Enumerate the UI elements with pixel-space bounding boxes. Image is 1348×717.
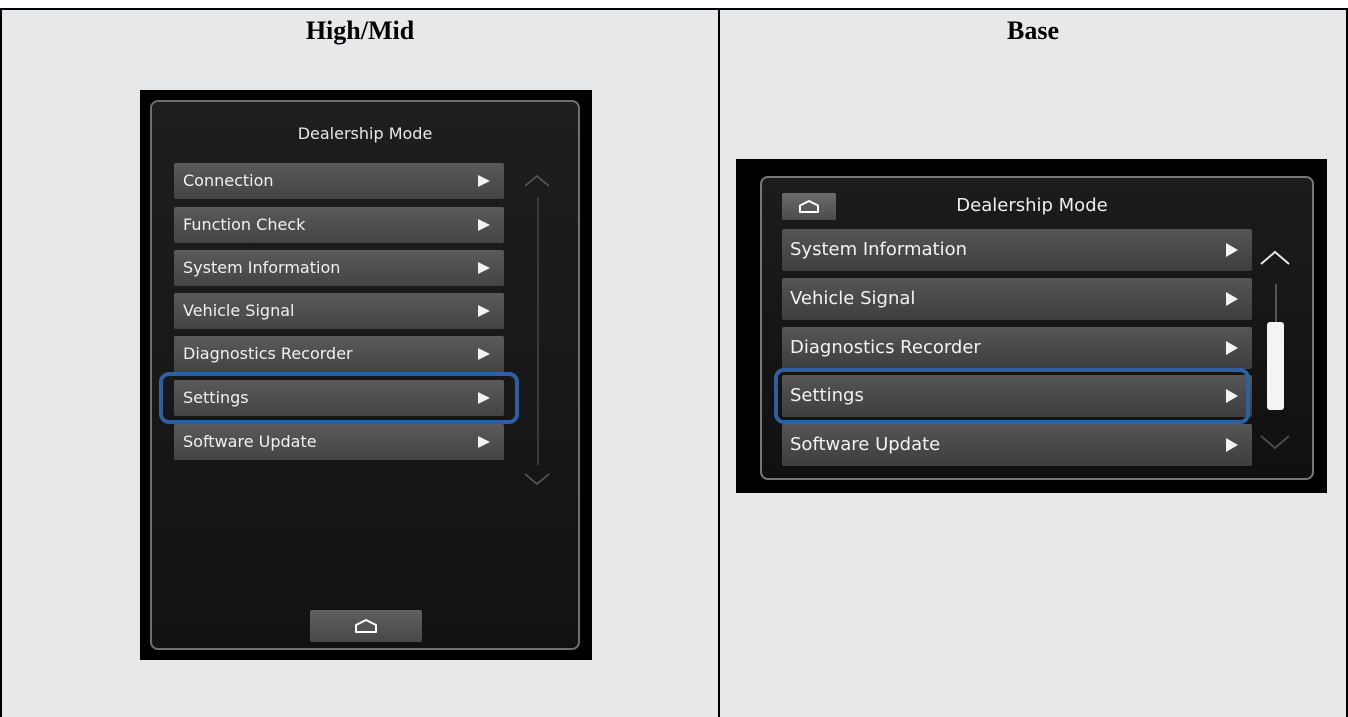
menu-item-vehicle-signal[interactable]: Vehicle Signal	[782, 278, 1252, 320]
settings-highlight	[159, 372, 519, 424]
home-icon	[355, 619, 377, 633]
menu-item-label: Vehicle Signal	[183, 301, 295, 320]
home-button[interactable]	[782, 193, 836, 220]
home-button[interactable]	[310, 610, 422, 642]
high-mid-heading: High/Mid	[305, 16, 415, 45]
menu-item-diagnostics-recorder[interactable]: Diagnostics Recorder	[782, 327, 1252, 369]
menu-item-label: Diagnostics Recorder	[790, 337, 981, 358]
menu-item-label: Diagnostics Recorder	[183, 344, 353, 363]
menu-item-label: Software Update	[183, 432, 317, 451]
high-mid-screen: Dealership Mode Connection Function Chec…	[140, 90, 592, 660]
play-arrow-icon	[1226, 292, 1238, 306]
scroll-thumb[interactable]	[1267, 322, 1284, 410]
menu-item-label: Software Update	[790, 434, 941, 455]
base-screen: Dealership Mode System Information Vehic…	[736, 159, 1327, 493]
play-arrow-icon	[1226, 243, 1238, 257]
menu-item-label: Vehicle Signal	[790, 288, 916, 309]
menu-item-connection[interactable]: Connection	[174, 163, 504, 199]
menu-item-label: System Information	[183, 258, 341, 277]
settings-highlight	[774, 368, 1250, 424]
home-icon	[799, 200, 819, 213]
menu-item-label: System Information	[790, 239, 968, 260]
menu-item-diagnostics-recorder[interactable]: Diagnostics Recorder	[174, 336, 504, 372]
menu-item-software-update[interactable]: Software Update	[174, 424, 504, 460]
cut-off-caption	[0, 0, 1348, 8]
menu-item-system-information[interactable]: System Information	[174, 250, 504, 286]
play-arrow-icon	[478, 175, 490, 187]
base-heading: Base	[1007, 16, 1059, 45]
menu-item-software-update[interactable]: Software Update	[782, 424, 1252, 466]
menu-item-system-information[interactable]: System Information	[782, 229, 1252, 271]
high-mid-cell: High/Mid Dealership Mode Connection Func…	[0, 10, 720, 717]
play-arrow-icon	[478, 262, 490, 274]
chevron-up-icon[interactable]	[524, 174, 550, 188]
play-arrow-icon	[478, 348, 490, 360]
screen-title: Dealership Mode	[956, 195, 1108, 216]
chevron-down-icon[interactable]	[524, 472, 550, 486]
chevron-down-icon[interactable]	[1260, 434, 1290, 450]
base-cell: Base Dealership Mode System Information …	[720, 10, 1348, 717]
menu-item-label: Connection	[183, 171, 274, 190]
play-arrow-icon	[478, 305, 490, 317]
play-arrow-icon	[478, 219, 490, 231]
base-screen-frame: Dealership Mode System Information Vehic…	[760, 176, 1314, 480]
play-arrow-icon	[1226, 438, 1238, 452]
scroll-track[interactable]	[537, 197, 539, 465]
play-arrow-icon	[1226, 341, 1238, 355]
high-mid-screen-frame: Dealership Mode Connection Function Chec…	[150, 100, 580, 650]
comparison-table: High/Mid Dealership Mode Connection Func…	[0, 8, 1348, 717]
menu-item-label: Function Check	[183, 215, 306, 234]
menu-item-function-check[interactable]: Function Check	[174, 207, 504, 243]
menu-item-vehicle-signal[interactable]: Vehicle Signal	[174, 293, 504, 329]
play-arrow-icon	[478, 436, 490, 448]
chevron-up-icon[interactable]	[1260, 250, 1290, 266]
screen-title: Dealership Mode	[297, 124, 433, 143]
